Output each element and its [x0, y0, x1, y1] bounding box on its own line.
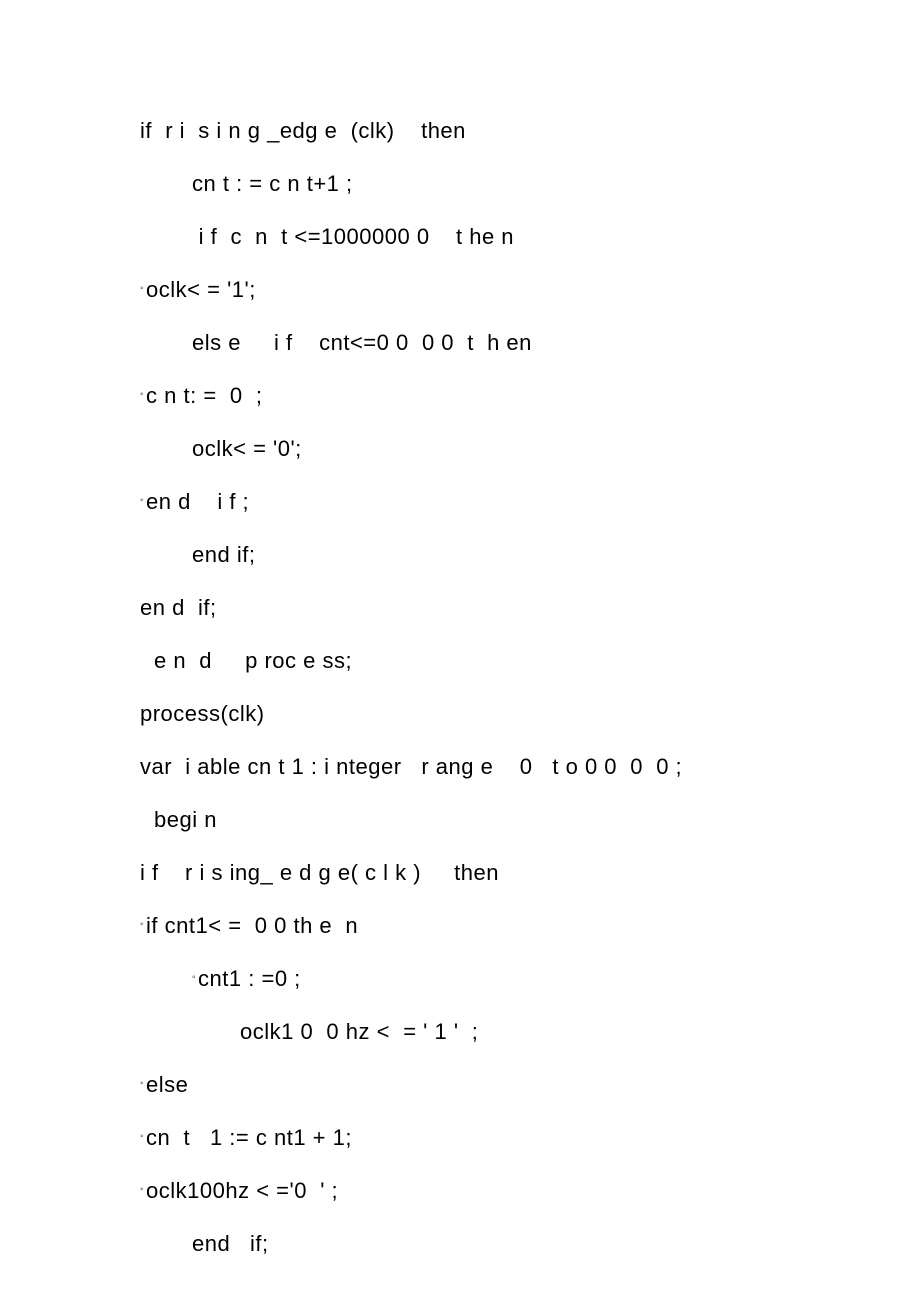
- bullet-icon: ◦: [140, 1079, 144, 1089]
- code-text: oclk100hz < ='0 ' ;: [146, 1178, 338, 1203]
- code-text: oclk< = '1';: [146, 277, 256, 302]
- code-text: oclk1 0 0 hz < = ' 1 ' ;: [240, 1019, 478, 1044]
- code-line: cn t : = c n t+1 ;: [140, 173, 780, 195]
- bullet-icon: ◦: [140, 284, 144, 294]
- code-text: end if;: [192, 1231, 269, 1256]
- code-line: end if;: [140, 1233, 780, 1255]
- code-line: ◦en d i f ;: [140, 491, 780, 513]
- code-line: ◦cn t 1 := c nt1 + 1;: [140, 1127, 780, 1149]
- code-line: var i able cn t 1 : i nteger r ang e 0 t…: [140, 756, 780, 778]
- code-text: cn t 1 := c nt1 + 1;: [146, 1125, 352, 1150]
- code-line: e n d p roc e ss;: [140, 650, 780, 672]
- code-line: els e i f cnt<=0 0 0 0 t h en: [140, 332, 780, 354]
- code-text: i f r i s ing_ e d g e( c l k ) then: [140, 860, 499, 885]
- code-text: if cnt1< = 0 0 th e n: [146, 913, 358, 938]
- code-text: en d i f ;: [146, 489, 249, 514]
- bullet-icon: ◦: [192, 973, 196, 983]
- code-text: begi n: [154, 807, 217, 832]
- code-text: oclk< = '0';: [192, 436, 302, 461]
- code-line: i f r i s ing_ e d g e( c l k ) then: [140, 862, 780, 884]
- code-text: cnt1 : =0 ;: [198, 966, 301, 991]
- bullet-icon: ◦: [140, 920, 144, 930]
- code-line: i f c n t <=1000000 0 t he n: [140, 226, 780, 248]
- code-line: ◦oclk100hz < ='0 ' ;: [140, 1180, 780, 1202]
- code-line: ◦c n t: = 0 ;: [140, 385, 780, 407]
- code-text: process(clk): [140, 701, 265, 726]
- code-line: if r i s i n g _edg e (clk) then: [140, 120, 780, 142]
- code-text: i f c n t <=1000000 0 t he n: [192, 224, 514, 249]
- code-text: end if;: [192, 542, 255, 567]
- code-text: els e i f cnt<=0 0 0 0 t h en: [192, 330, 532, 355]
- code-text: e n d p roc e ss;: [154, 648, 352, 673]
- bullet-icon: ◦: [140, 390, 144, 400]
- code-text: cn t : = c n t+1 ;: [192, 171, 353, 196]
- code-text: else: [146, 1072, 188, 1097]
- bullet-icon: ◦: [140, 496, 144, 506]
- code-line: ◦oclk< = '1';: [140, 279, 780, 301]
- code-line: oclk< = '0';: [140, 438, 780, 460]
- code-line: end if;: [140, 544, 780, 566]
- code-line: en d if;: [140, 597, 780, 619]
- code-line: oclk1 0 0 hz < = ' 1 ' ;: [140, 1021, 780, 1043]
- code-text: var i able cn t 1 : i nteger r ang e 0 t…: [140, 754, 682, 779]
- code-text: if r i s i n g _edg e (clk) then: [140, 118, 466, 143]
- code-line: begi n: [140, 809, 780, 831]
- code-text: c n t: = 0 ;: [146, 383, 262, 408]
- code-line: ◦if cnt1< = 0 0 th e n: [140, 915, 780, 937]
- code-line: ◦else: [140, 1074, 780, 1096]
- code-line: process(clk): [140, 703, 780, 725]
- bullet-icon: ◦: [140, 1185, 144, 1195]
- code-text: en d if;: [140, 595, 217, 620]
- code-document: if r i s i n g _edg e (clk) then cn t : =…: [140, 120, 780, 1255]
- code-line: ◦cnt1 : =0 ;: [140, 968, 780, 990]
- bullet-icon: ◦: [140, 1132, 144, 1142]
